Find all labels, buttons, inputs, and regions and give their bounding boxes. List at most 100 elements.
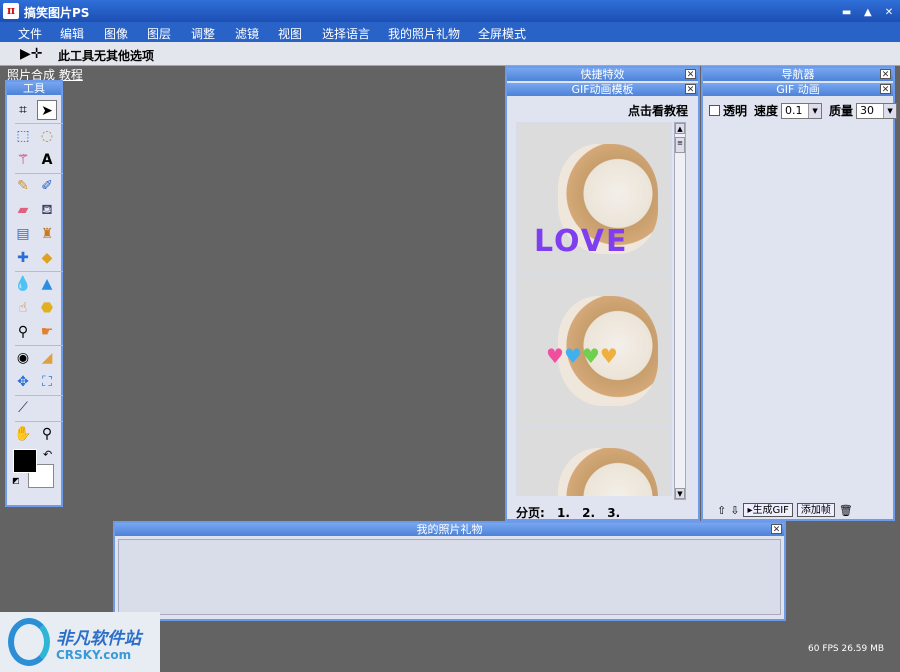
status-text: 60 FPS 26.59 MB — [808, 644, 885, 654]
quality-select[interactable]: 30 ▼ — [856, 102, 898, 119]
close-icon[interactable]: ✕ — [771, 524, 782, 535]
patch-icon[interactable]: ◢ — [37, 348, 57, 368]
foreground-color-swatch[interactable] — [13, 449, 37, 473]
app-icon: π — [3, 3, 19, 19]
title-bar: π 搞笑图片PS ▬ ▲ ✕ — [0, 0, 900, 22]
scroll-thumb[interactable]: ≡ — [675, 137, 685, 153]
menu-photo-gift[interactable]: 我的照片礼物 — [388, 25, 460, 42]
marquee-icon[interactable]: ⬚ — [13, 126, 33, 146]
pager-label: 分页: — [516, 506, 545, 520]
scroll-up-icon[interactable]: ▲ — [675, 123, 685, 134]
menu-file[interactable]: 文件 — [18, 25, 42, 42]
generate-gif-button[interactable]: ▸生成GIF — [743, 503, 793, 517]
menu-layer[interactable]: 图层 — [147, 25, 171, 42]
paint-bucket-icon[interactable]: ⛾ — [37, 200, 57, 220]
gif-animation-panel: 导航器 ✕ GIF 动画 ✕ 透明 速度 0.1 ▼ 质量 30 ▼ ⇧ ⇩ ▸生成… — [701, 66, 898, 521]
gif-tutorial-link[interactable]: 点击看教程 — [628, 102, 688, 119]
close-icon[interactable]: ✕ — [685, 69, 696, 80]
blur-icon[interactable]: 💧 — [13, 274, 33, 294]
options-text: 此工具无其他选项 — [58, 49, 155, 63]
restore-icon[interactable]: ▲ — [861, 6, 875, 20]
scroll-down-icon[interactable]: ▼ — [675, 488, 685, 499]
menu-image[interactable]: 图像 — [104, 25, 128, 42]
menu-edit[interactable]: 编辑 — [60, 25, 84, 42]
eyedropper-icon[interactable]: ⟋ — [13, 398, 33, 418]
watermark-cn: 非凡软件站 — [56, 629, 141, 649]
options-bar: ▶✛ 此工具无其他选项 — [0, 42, 900, 66]
add-frame-button[interactable]: 添加帧 — [796, 503, 835, 517]
text-icon[interactable]: A — [37, 150, 57, 170]
photo-gift-panel: 我的照片礼物 ✕ — [113, 521, 786, 621]
move-icon[interactable]: ➤ — [37, 100, 57, 120]
move-down-icon[interactable]: ⇩ — [730, 504, 739, 517]
move-icon: ▶✛ — [20, 46, 43, 62]
cat-image — [558, 448, 658, 496]
crop-icon[interactable]: ⌗ — [13, 100, 33, 120]
swap-colors-icon[interactable]: ↶ — [43, 448, 52, 461]
window-title: 搞笑图片PS — [24, 6, 90, 20]
navigator-title: 导航器 ✕ — [703, 68, 893, 81]
healing-icon[interactable]: ✚ — [13, 248, 33, 268]
chevron-down-icon: ▼ — [808, 103, 822, 118]
close-icon[interactable]: ✕ — [882, 6, 896, 20]
quality-label: 质量 — [829, 104, 854, 118]
magic-wand-icon[interactable]: ⚚ — [13, 150, 33, 170]
speed-label: 速度 — [754, 104, 779, 118]
menu-filter[interactable]: 滤镜 — [235, 25, 259, 42]
transparent-label: 透明 — [723, 104, 748, 118]
tools-panel-title: 工具 — [7, 82, 61, 95]
red-eye-icon[interactable]: ◉ — [13, 348, 33, 368]
love-text: LOVE — [534, 224, 629, 259]
menu-view[interactable]: 视图 — [278, 25, 302, 42]
default-colors-icon[interactable]: ◩ — [12, 476, 22, 486]
menu-adjust[interactable]: 调整 — [191, 25, 215, 42]
pencil-icon[interactable]: ✎ — [13, 176, 33, 196]
close-icon[interactable]: ✕ — [880, 69, 891, 80]
gif-actions: ⇧ ⇩ ▸生成GIF 添加帧 🗑 — [717, 503, 853, 517]
pager: 分页: 1. 2. 3. — [516, 504, 620, 521]
hand-icon[interactable]: ✋ — [13, 424, 33, 444]
gradient-icon[interactable]: ▤ — [13, 224, 33, 244]
zoom-icon[interactable]: ⚲ — [37, 424, 57, 444]
template-thumbnail[interactable] — [518, 428, 670, 496]
photo-gift-title: 我的照片礼物 ✕ — [115, 523, 784, 536]
transform-icon[interactable]: ✥ — [13, 372, 33, 392]
tools-panel: 工具 ⌗ ➤ ⬚ ◌ ⚚ A ✎ ✐ ▰ ⛾ ▤ ♜ ✚ ◆ 💧 ▲ ☝ ⬣ ⚲… — [5, 80, 63, 507]
chevron-down-icon: ▼ — [883, 103, 897, 118]
close-icon[interactable]: ✕ — [880, 84, 891, 95]
template-thumbnail[interactable]: LOVE — [518, 124, 670, 274]
watermark-logo: 非凡软件站 CRSKY.com — [0, 612, 160, 672]
menu-language[interactable]: 选择语言 — [322, 25, 370, 42]
sponge-icon[interactable]: ⬣ — [37, 298, 57, 318]
watermark-en: CRSKY.com — [56, 648, 132, 662]
template-scrollbar[interactable]: ▲ ≡ ▼ — [674, 122, 686, 500]
clone-stamp-icon[interactable]: ♜ — [37, 224, 57, 244]
close-icon[interactable]: ✕ — [685, 84, 696, 95]
smudge-icon[interactable]: ☝ — [13, 298, 33, 318]
speed-select[interactable]: 0.1 ▼ — [781, 102, 823, 119]
logo-icon — [8, 618, 50, 666]
eraser-icon[interactable]: ▰ — [13, 200, 33, 220]
shape-icon[interactable]: ◆ — [37, 248, 57, 268]
hearts-decoration: ♥♥♥♥ — [546, 344, 618, 368]
page-link-3[interactable]: 3. — [607, 506, 620, 520]
gif-templates-title: GIF动画模板 ✕ — [507, 83, 698, 96]
menu-bar: 文件 编辑 图像 图层 调整 滤镜 视图 选择语言 我的照片礼物 全屏模式 — [0, 22, 900, 42]
delete-frame-icon[interactable]: 🗑 — [839, 504, 853, 517]
brush-icon[interactable]: ✐ — [37, 176, 57, 196]
gif-animation-title: GIF 动画 ✕ — [703, 83, 893, 96]
template-thumbnail[interactable]: ♥♥♥♥ — [518, 276, 670, 426]
dodge-icon[interactable]: ⚲ — [13, 322, 33, 342]
page-link-1[interactable]: 1. — [557, 506, 570, 520]
transparent-checkbox[interactable] — [709, 105, 720, 116]
move-up-icon[interactable]: ⇧ — [717, 504, 726, 517]
page-link-2[interactable]: 2. — [582, 506, 595, 520]
burn-icon[interactable]: ☛ — [37, 322, 57, 342]
template-list: LOVE ♥♥♥♥ — [516, 122, 672, 496]
warp-icon[interactable]: ⛶ — [37, 372, 57, 392]
lasso-icon[interactable]: ◌ — [37, 126, 57, 146]
minimize-icon[interactable]: ▬ — [840, 6, 854, 20]
sharpen-icon[interactable]: ▲ — [37, 274, 57, 294]
menu-fullscreen[interactable]: 全屏模式 — [478, 25, 526, 42]
photo-gift-body — [118, 539, 781, 615]
